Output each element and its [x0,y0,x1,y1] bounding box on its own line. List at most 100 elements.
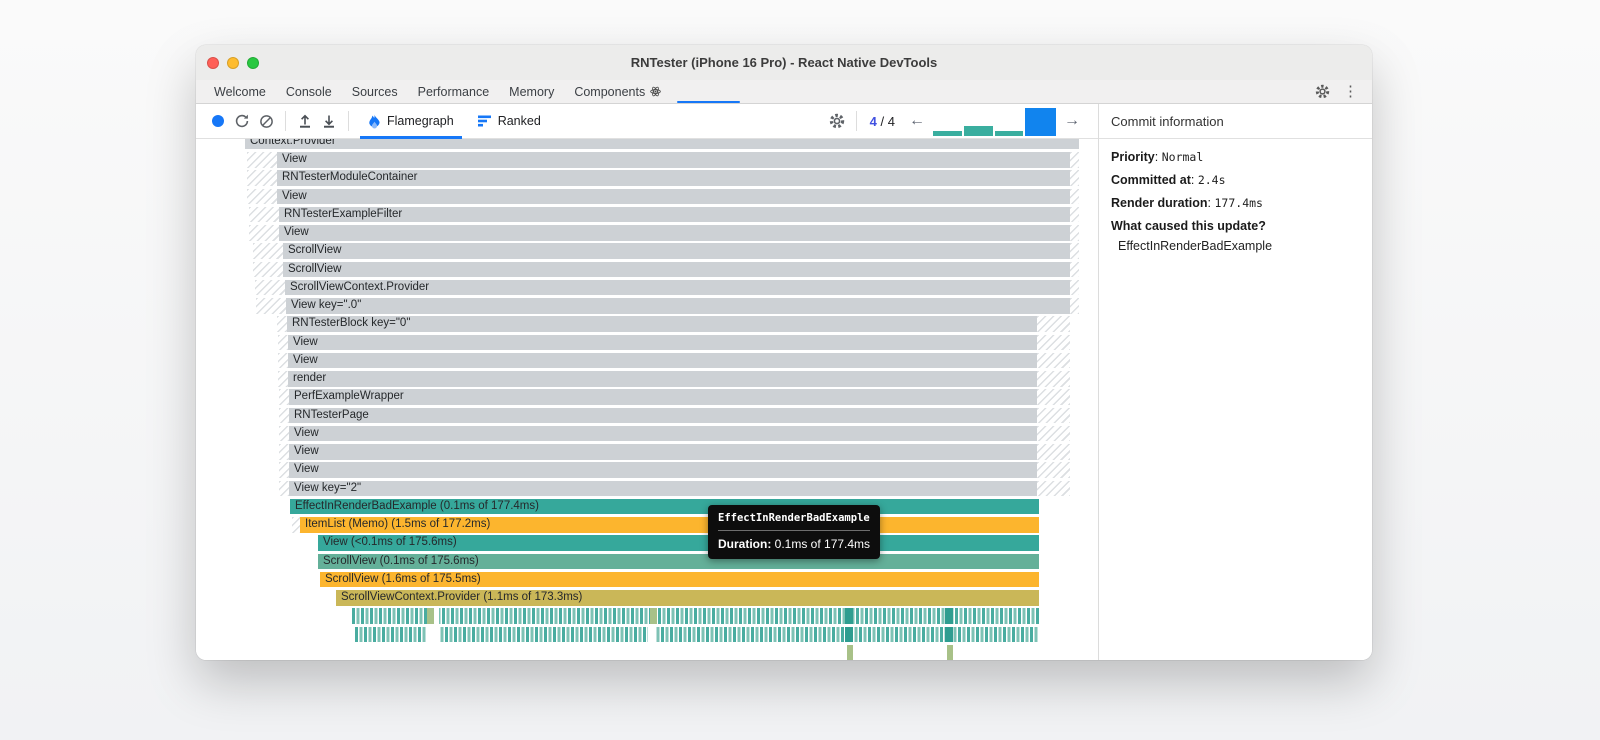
flame-row[interactable]: View [289,425,1037,442]
tab-label: Performance [417,84,490,99]
hatch-region [1037,352,1070,369]
record-button[interactable] [206,109,230,133]
flame-row-label: View [282,153,307,165]
tab-memory[interactable]: Memory [499,80,564,103]
commit-info-field: Committed at: 2.4s [1111,173,1226,187]
hatch-region [256,298,286,314]
profiler-toolbar: Flamegraph Ranked 4 / 4 ← → [196,104,1098,142]
flame-row-label: View (<0.1ms of 175.6ms) [323,536,457,549]
flame-row[interactable]: View [288,334,1037,350]
hatch-region [1037,480,1070,496]
hatch-region [247,170,277,186]
hatch-region [279,462,289,478]
tab-profiler[interactable] [671,80,746,103]
download-icon [324,115,334,128]
flame-row[interactable]: PerfExampleWrapper [289,389,1037,405]
tab-sources[interactable]: Sources [342,80,408,103]
hatch-region [1037,371,1070,387]
hatch-region [255,279,285,296]
hatch-region [279,389,289,405]
flame-row[interactable]: View [277,188,1070,204]
flame-row-label: RNTesterExampleFilter [284,207,403,220]
flame-row-items[interactable] [355,626,1039,642]
flame-row[interactable]: RNTesterModuleContainer [277,170,1070,186]
flame-row[interactable]: ScrollViewContext.Provider [285,279,1070,296]
flame-row[interactable]: ScrollViewContext.Provider (1.1ms of 173… [336,590,1039,606]
flame-row[interactable]: View [277,152,1070,168]
record-icon [212,115,224,127]
flame-row-feature [945,626,953,642]
flame-bar-small[interactable] [847,644,853,660]
flame-row[interactable]: ScrollView (1.6ms of 175.5ms) [320,571,1039,588]
tooltip-duration: Duration: 0.1ms of 177.4ms [718,537,871,551]
commit-bar-3[interactable] [995,131,1023,136]
flamegraph-label: Flamegraph [387,114,454,128]
flame-row-label: ScrollView (0.1ms of 175.6ms) [323,554,479,567]
tooltip-component-name: EffectInRenderBadExample [718,512,871,531]
prev-commit-button[interactable]: ← [901,113,933,129]
flame-bar-small[interactable] [947,644,953,660]
flame-row[interactable]: RNTesterPage [289,407,1037,423]
flame-row-label: View key="2" [294,481,362,494]
flame-row[interactable]: View [288,352,1037,369]
flame-row[interactable]: View [289,462,1037,478]
flame-row[interactable]: ItemList (Memo) (1.5ms of 177.2ms) [300,517,1039,533]
hatch-region [1037,462,1070,478]
tab-console[interactable]: Console [276,80,342,103]
hatch-region [277,316,287,332]
commit-bar-1[interactable] [933,131,962,136]
flame-row[interactable]: ScrollView [283,261,1070,277]
reload-icon [235,114,249,128]
commit-bar-2[interactable] [964,126,993,136]
tab-ranked[interactable]: Ranked [466,104,553,138]
hatch-region [1037,425,1070,442]
flame-row[interactable]: View key=".0" [286,298,1070,314]
commit-counter: 4 / 4 [869,113,895,129]
tab-components[interactable]: Components [564,80,671,103]
flame-row[interactable]: render [288,371,1037,387]
devtools-tab-bar: Welcome Console Sources Performance Memory Co… [196,80,1372,104]
hatch-region [253,243,283,259]
gear-icon [829,113,844,129]
flame-row[interactable]: EffectInRenderBadExample (0.1ms of 177.4… [290,498,1039,515]
reload-and-profile-button[interactable] [230,109,254,133]
block-icon [259,114,273,128]
flame-row-feature [945,608,953,624]
flame-row[interactable]: ScrollView (0.1ms of 175.6ms) [318,553,1039,569]
flame-row[interactable]: ScrollView [283,243,1070,259]
flame-row-items[interactable] [352,608,1039,624]
update-cause-component[interactable]: EffectInRenderBadExample [1111,239,1360,253]
clear-profiling-button[interactable] [254,109,278,133]
more-menu-icon[interactable]: ⋮ [1343,84,1358,99]
flame-tooltip: EffectInRenderBadExample Duration: 0.1ms… [708,505,881,559]
hatch-region [253,261,283,277]
next-commit-button[interactable]: → [1056,113,1088,129]
flame-row-feature [427,608,434,624]
tab-performance[interactable]: Performance [408,80,500,103]
settings-gear-icon[interactable] [1314,83,1331,100]
save-profile-button[interactable] [317,109,341,133]
flame-row-feature [434,608,439,624]
load-profile-button[interactable] [293,109,317,133]
flame-row[interactable]: View key="2" [289,480,1037,496]
flame-row[interactable]: View (<0.1ms of 175.6ms) [318,535,1039,551]
flame-row[interactable]: RNTesterBlock key="0" [287,316,1037,332]
flame-row-feature [845,608,853,624]
commit-selector[interactable] [933,104,1056,142]
flame-row[interactable]: RNTesterExampleFilter [279,206,1070,223]
flame-row[interactable]: View [279,225,1070,241]
profiler-settings-button[interactable] [825,109,849,133]
hatch-region [1070,279,1079,296]
tab-welcome[interactable]: Welcome [204,80,276,103]
hatch-region [249,225,279,241]
flame-row-label: ScrollView [288,244,342,257]
hatch-region [1070,261,1079,277]
flame-row-feature [650,608,657,624]
tab-label: Sources [351,84,398,99]
commit-bar-4-selected[interactable] [1025,108,1056,142]
hatch-region [279,444,289,460]
flame-row[interactable]: View [289,444,1037,460]
tab-flamegraph[interactable]: Flamegraph [356,104,466,139]
hatch-region [1070,170,1079,186]
flame-row[interactable]: Context.Provider [245,139,1079,150]
